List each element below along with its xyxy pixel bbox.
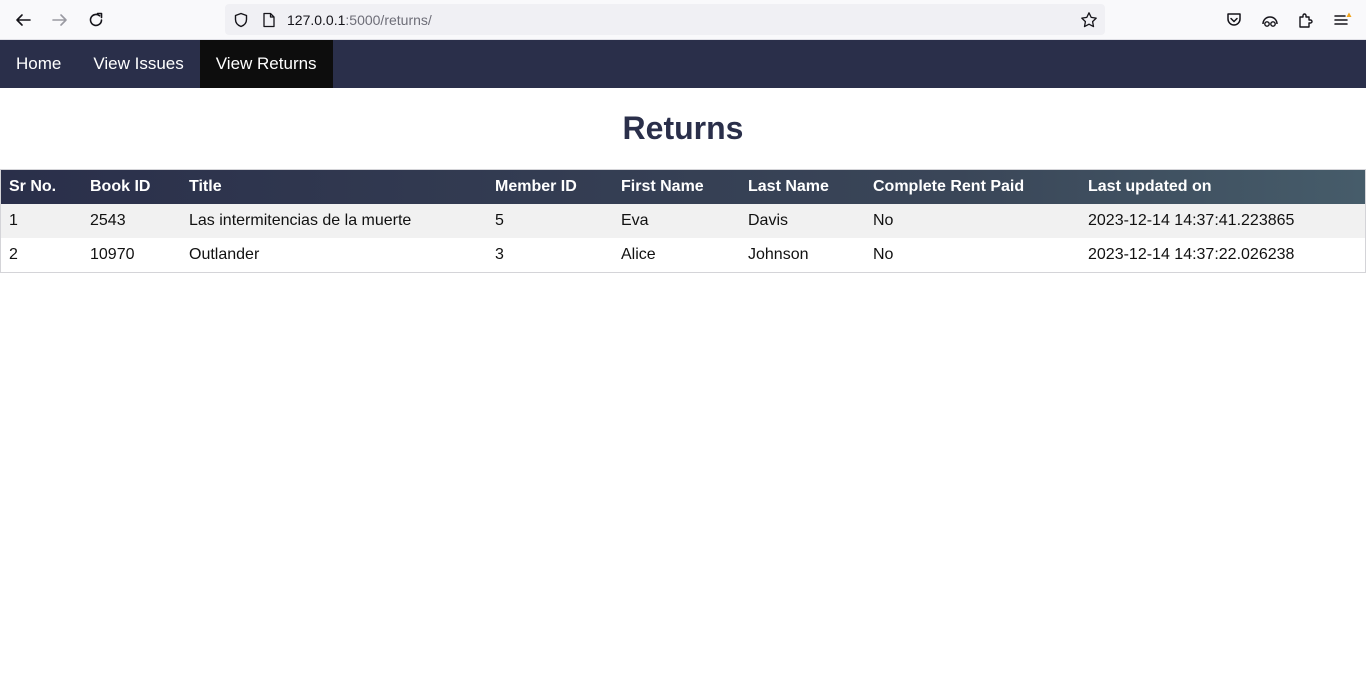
cell-last-name: Davis: [748, 212, 789, 229]
header-last-name: Last Name: [748, 178, 829, 195]
cell-sr-no: 1: [9, 212, 18, 229]
header-member-id: Member ID: [495, 178, 577, 195]
cell-member-id: 3: [495, 246, 504, 263]
header-complete-rent-paid: Complete Rent Paid: [873, 178, 1025, 195]
arrow-right-icon: [52, 14, 67, 26]
hamburger-menu-icon: [1334, 12, 1352, 25]
menu-button[interactable]: [1326, 4, 1358, 36]
account-button[interactable]: [1254, 4, 1286, 36]
table-row: 1 2543 Las intermitencias de la muerte 5…: [1, 204, 1365, 238]
table-row: 2 10970 Outlander 3 Alice Johnson No 202…: [1, 238, 1365, 272]
header-first-name: First Name: [621, 178, 704, 195]
nav-view-returns-link[interactable]: View Returns: [199, 40, 333, 88]
page-icon[interactable]: [259, 10, 279, 30]
shield-icon[interactable]: [231, 10, 251, 30]
cell-book-id: 2543: [90, 212, 126, 229]
cell-title: Outlander: [189, 246, 260, 263]
forward-button[interactable]: [44, 4, 76, 36]
table-header-row: Sr No. Book ID Title Member ID First Nam…: [1, 170, 1365, 204]
header-sr-no: Sr No.: [9, 178, 57, 195]
cell-first-name: Alice: [621, 246, 656, 263]
extensions-button[interactable]: [1290, 4, 1322, 36]
nav-home-link[interactable]: Home: [0, 40, 77, 88]
pocket-icon: [1227, 13, 1241, 26]
cell-last-updated-on: 2023-12-14 14:37:41.223865: [1088, 212, 1295, 229]
puzzle-icon: [1299, 13, 1313, 28]
arrow-left-icon: [16, 14, 31, 26]
cell-last-updated-on: 2023-12-14 14:37:22.026238: [1088, 246, 1295, 263]
header-book-id: Book ID: [90, 178, 151, 195]
cell-complete-rent-paid: No: [873, 246, 894, 263]
page-title: Returns: [622, 110, 744, 146]
nav-view-issues-link[interactable]: View Issues: [77, 40, 199, 88]
cell-first-name: Eva: [621, 212, 649, 229]
cell-title: Las intermitencias de la muerte: [189, 212, 412, 229]
url-bar[interactable]: 127.0.0.1:5000/returns/: [225, 4, 1105, 35]
bookmark-star-icon[interactable]: [1079, 10, 1099, 30]
reload-button[interactable]: [80, 4, 112, 36]
cell-complete-rent-paid: No: [873, 212, 894, 229]
url-text[interactable]: 127.0.0.1:5000/returns/: [287, 12, 432, 28]
cell-last-name: Johnson: [748, 246, 809, 263]
returns-table: Sr No. Book ID Title Member ID First Nam…: [1, 170, 1365, 272]
cell-book-id: 10970: [90, 246, 135, 263]
url-path: :5000/returns/: [345, 12, 432, 28]
header-title: Title: [189, 178, 222, 195]
cell-member-id: 5: [495, 212, 504, 229]
reload-icon: [89, 12, 103, 27]
back-button[interactable]: [7, 4, 39, 36]
cell-sr-no: 2: [9, 246, 18, 263]
account-sync-icon: [1262, 16, 1278, 27]
returns-table-container: Sr No. Book ID Title Member ID First Nam…: [0, 169, 1366, 273]
url-host: 127.0.0.1: [287, 12, 346, 28]
browser-toolbar: 127.0.0.1:5000/returns/: [0, 0, 1366, 40]
main-nav: Home View Issues View Returns: [0, 40, 1366, 88]
pocket-button[interactable]: [1218, 4, 1250, 36]
header-last-updated-on: Last updated on: [1088, 178, 1212, 195]
